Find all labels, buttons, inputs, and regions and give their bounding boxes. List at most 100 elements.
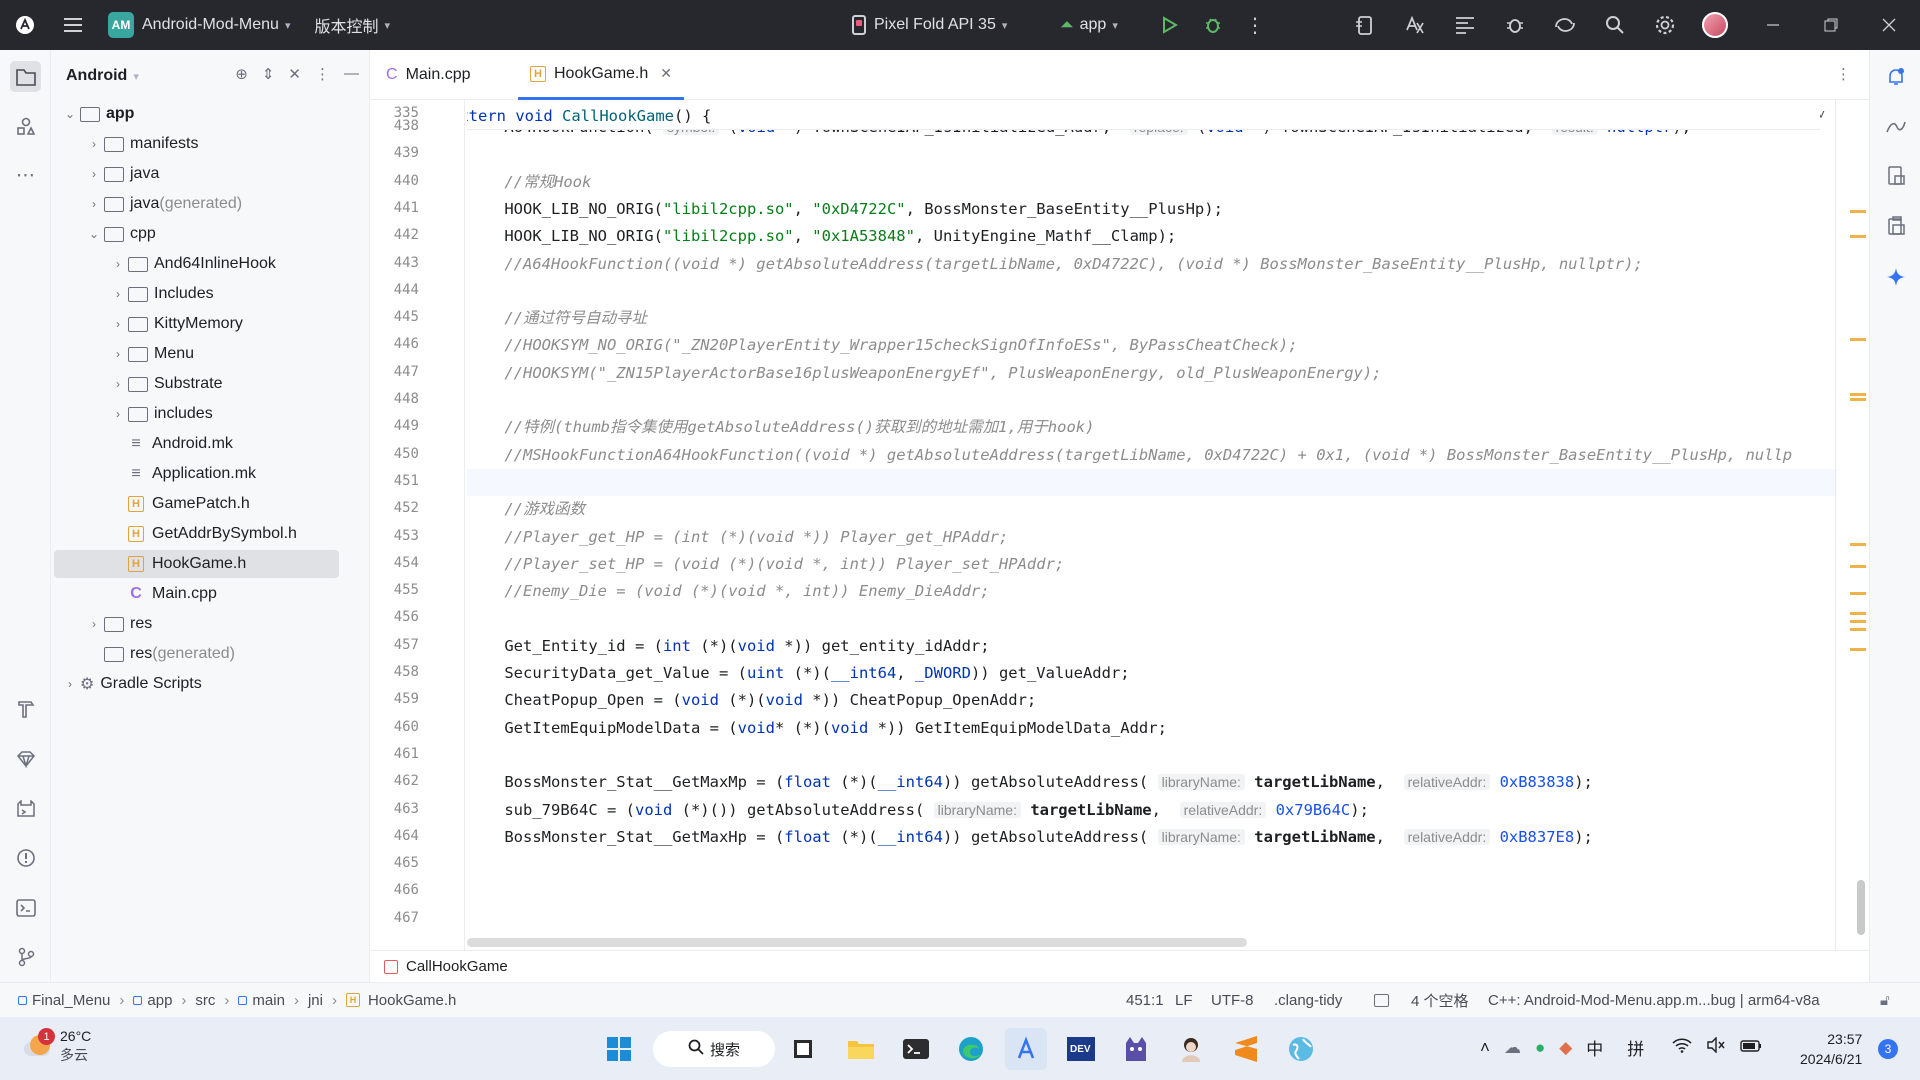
code-line[interactable]: //HOOKSYM_NO_ORIG("_ZN20PlayerEntity_Wra… [467, 332, 1297, 359]
chevron-icon[interactable]: › [60, 677, 80, 691]
chevron-icon[interactable]: › [84, 167, 104, 181]
code-line[interactable]: BossMonster_Stat__GetMaxHp = (float (*)(… [467, 824, 1593, 851]
tree-item[interactable]: › And64InlineHook [54, 250, 339, 278]
minimize-icon[interactable] [1748, 0, 1798, 50]
tray-cat-icon[interactable]: ◆ [1559, 1038, 1572, 1058]
restore-icon[interactable] [1806, 0, 1856, 50]
code-line[interactable]: Get_Entity_id = (int (*)(void *)) get_en… [467, 633, 989, 660]
vcs-menu[interactable]: 版本控制 ▾ [314, 0, 390, 50]
notifications-icon[interactable] [1880, 61, 1911, 92]
file-explorer-icon[interactable] [840, 1028, 882, 1070]
code-line[interactable]: //HOOKSYM("_ZN15PlayerActorBase16plusWea… [467, 360, 1381, 387]
code-line[interactable]: HOOK_LIB_NO_ORIG("libil2cpp.so", "0xD472… [467, 196, 1223, 223]
path-segment[interactable]: src [195, 992, 215, 1009]
sync-icon[interactable] [1540, 0, 1590, 50]
wechat-icon[interactable]: ● [1535, 1038, 1545, 1058]
code-line[interactable]: CheatPopup_Open = (void (*)(void *)) Che… [467, 687, 1036, 714]
terminal-app-icon[interactable] [895, 1028, 937, 1070]
battery-icon[interactable] [1740, 1038, 1762, 1058]
code-line[interactable]: HOOK_LIB_NO_ORIG("libil2cpp.so", "0x1A53… [467, 223, 1176, 250]
terminal-icon[interactable] [10, 892, 41, 923]
task-view-icon[interactable] [782, 1028, 824, 1070]
collapse-all-icon[interactable]: ✕ [288, 65, 301, 83]
locate-icon[interactable]: ⊕ [235, 65, 248, 83]
tree-item[interactable]: › includes [54, 400, 339, 428]
path-segment[interactable]: main [252, 992, 285, 1009]
search-icon[interactable] [1590, 0, 1640, 50]
code-line[interactable]: //特例(thumb指令集使用getAbsoluteAddress()获取到的地… [467, 414, 1094, 441]
clock[interactable]: 23:57 2024/6/21 [1800, 1029, 1862, 1069]
tab-main-cpp[interactable]: C Main.cpp [386, 50, 470, 100]
tree-item[interactable]: › KittyMemory [54, 310, 339, 338]
app-quality-icon[interactable] [1880, 111, 1911, 142]
more-horizontal-icon[interactable]: ⋯ [10, 160, 41, 191]
chevron-icon[interactable]: ⌄ [84, 227, 104, 241]
code-line[interactable]: //A64HookFunction((void *) getAbsoluteAd… [467, 251, 1643, 278]
readonly-icon[interactable] [1374, 993, 1389, 1007]
chevron-icon[interactable]: › [108, 317, 128, 331]
chevron-icon[interactable]: ⌄ [60, 107, 80, 121]
code-line[interactable]: BossMonster_Stat__GetMaxMp = (float (*)(… [467, 769, 1593, 796]
lock-icon[interactable]: 🔓︎ [1880, 992, 1890, 1009]
bug-settings-icon[interactable] [1490, 0, 1540, 50]
code-line[interactable]: //常规Hook [467, 169, 591, 196]
code-line[interactable]: //Player_set_HP = (void (*)(void *, int)… [467, 551, 1064, 578]
path-segment[interactable]: app [147, 992, 172, 1009]
caret-position[interactable]: 451:1 [1126, 992, 1164, 1009]
expand-all-icon[interactable]: ⇕ [262, 65, 275, 83]
close-tab-icon[interactable]: ✕ [660, 65, 672, 82]
language-context[interactable]: C++: Android-Mod-Menu.app.m...bug | arm6… [1488, 992, 1820, 1009]
sublime-icon[interactable] [1225, 1028, 1267, 1070]
ime-language[interactable]: 中 [1586, 1035, 1603, 1060]
tree-item[interactable]: res (generated) [54, 640, 339, 668]
horizontal-scrollbar[interactable] [467, 938, 1247, 947]
chevron-icon[interactable]: › [84, 617, 104, 631]
ai-sparkle-icon[interactable] [1880, 261, 1911, 292]
ime-mode[interactable]: 拼 [1627, 1035, 1644, 1060]
android-studio-app-icon[interactable] [1005, 1028, 1047, 1070]
build-hammer-icon[interactable] [10, 693, 41, 724]
code-line[interactable]: SecurityData_get_Value = (uint (*)(__int… [467, 660, 1129, 687]
tree-item[interactable]: ⌄ cpp [54, 220, 339, 248]
device-file-icon[interactable] [1880, 160, 1911, 191]
tree-item[interactable]: H GetAddrBySymbol.h [54, 520, 339, 548]
windows-start-icon[interactable] [598, 1028, 640, 1070]
volume-muted-icon[interactable] [1706, 1036, 1726, 1058]
line-ending[interactable]: LF [1175, 992, 1193, 1009]
chevron-icon[interactable]: › [84, 137, 104, 151]
project-folder-icon[interactable] [10, 61, 41, 92]
main-menu-icon[interactable] [50, 0, 96, 50]
devcpp-icon[interactable]: DEV [1060, 1028, 1102, 1070]
device-selector[interactable]: Pixel Fold API 35 ▾ [852, 0, 1007, 50]
more-vertical-icon[interactable]: ⋮ [1230, 0, 1280, 50]
chevron-icon[interactable]: › [108, 407, 128, 421]
project-selector[interactable]: AM Android-Mod-Menu ▾ [108, 0, 290, 50]
app-logo-icon[interactable] [0, 0, 50, 50]
code-line[interactable]: sub_79B64C = (void (*)()) getAbsoluteAdd… [467, 797, 1369, 824]
tree-item[interactable]: H HookGame.h [54, 550, 339, 578]
tree-item[interactable]: ≡ Android.mk [54, 430, 339, 458]
chevron-up-icon[interactable]: ˄ [1480, 1038, 1490, 1058]
character-app-icon[interactable] [1170, 1028, 1212, 1070]
tabs-more-icon[interactable]: ⋮ [1836, 65, 1851, 83]
indent-setting[interactable]: 4 个空格 [1411, 990, 1469, 1011]
tree-item[interactable]: › ⚙ Gradle Scripts [54, 670, 339, 698]
tree-item[interactable]: H GamePatch.h [54, 490, 339, 518]
weather-widget[interactable]: 1 26°C 多云 [22, 1027, 91, 1065]
code-line[interactable]: //Enemy_Die = (void (*)(void *, int)) En… [467, 578, 989, 605]
sticky-line[interactable]: extern void CallHookGame() { [467, 103, 1820, 130]
device-manager-icon[interactable] [1340, 0, 1390, 50]
run-config-selector[interactable]: ⏶ app ▾ [1060, 0, 1118, 50]
path-segment[interactable]: Final_Menu [32, 992, 110, 1009]
tree-item[interactable]: › java (generated) [54, 190, 339, 218]
logcat-icon[interactable] [10, 793, 41, 824]
code-breadcrumb[interactable]: CallHookGame [370, 950, 1869, 982]
gem-icon[interactable] [10, 743, 41, 774]
wifi-icon[interactable] [1672, 1037, 1692, 1058]
cat-app-icon[interactable] [1115, 1028, 1157, 1070]
code-line[interactable]: //通过符号自动寻址 [467, 305, 647, 332]
path-breadcrumb[interactable]: Final_Menu › app › src › main › jni › H HookGame.h [18, 992, 456, 1009]
translate-icon[interactable] [1390, 0, 1440, 50]
vertical-scrollbar[interactable] [1857, 880, 1865, 935]
edge-browser-icon[interactable] [950, 1028, 992, 1070]
